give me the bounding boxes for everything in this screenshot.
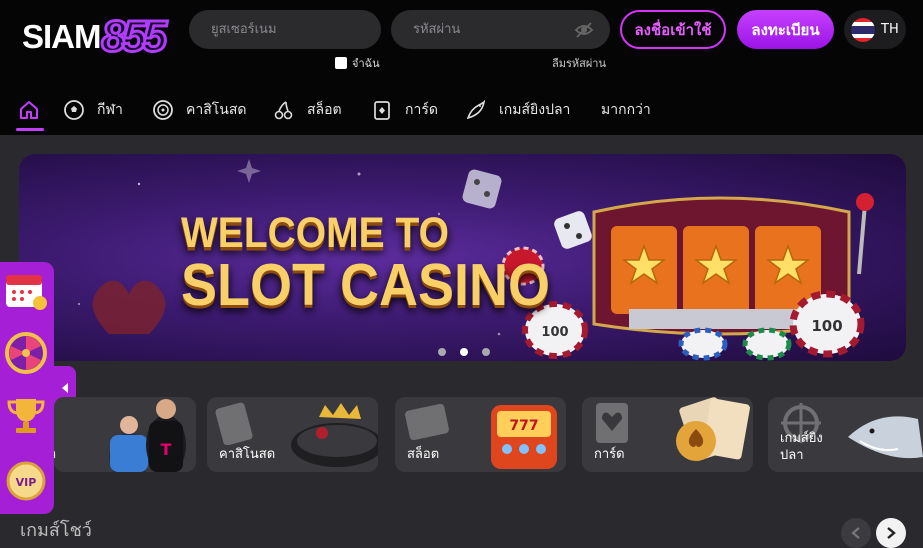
language-selector[interactable]: TH bbox=[844, 10, 906, 49]
nav-home[interactable] bbox=[18, 90, 40, 130]
dice-icon bbox=[462, 169, 592, 249]
nav-cards[interactable]: การ์ด bbox=[371, 90, 438, 130]
nav-fishing[interactable]: เกมส์ยิงปลา bbox=[465, 90, 570, 130]
remember-label: จำฉัน bbox=[352, 57, 380, 70]
category-label-cards: การ์ด bbox=[594, 447, 625, 462]
category-label-sports: า bbox=[54, 446, 56, 463]
logo-text: SIAM bbox=[22, 18, 101, 55]
nav-label-cards: การ์ด bbox=[405, 102, 438, 118]
svg-text:VIP: VIP bbox=[16, 476, 37, 489]
logo[interactable]: SIAM 855 bbox=[22, 11, 168, 63]
chip-text-right: 100 bbox=[811, 317, 842, 335]
carousel-next-button[interactable] bbox=[876, 518, 906, 548]
card-icon bbox=[374, 101, 390, 120]
svg-text:T: T bbox=[161, 440, 172, 459]
chevron-left-icon bbox=[62, 383, 68, 393]
side-promo-panel: VIP bbox=[0, 262, 54, 514]
nav-slots[interactable]: สล็อต bbox=[273, 90, 342, 130]
login-button[interactable]: ลงชื่อเข้าใช้ bbox=[620, 10, 726, 49]
nav-active-indicator bbox=[16, 128, 44, 131]
nav-label-sports: กีฬา bbox=[97, 102, 123, 118]
category-card-slots[interactable]: 777 สล็อต bbox=[395, 397, 566, 472]
hero-banner[interactable]: 100 100 WELCOME TO SLOT CASINO bbox=[19, 154, 906, 361]
slide-dot-1[interactable] bbox=[438, 348, 446, 356]
home-icon bbox=[20, 101, 38, 119]
section-title-game-shows: เกมส์โชว์ bbox=[20, 520, 92, 541]
prize-wheel-icon[interactable] bbox=[3, 330, 49, 376]
banner-title-line2: SLOT CASINO bbox=[181, 252, 551, 318]
calendar-icon[interactable] bbox=[3, 266, 49, 312]
eye-off-icon[interactable] bbox=[574, 20, 594, 40]
svg-text:777: 777 bbox=[509, 418, 538, 434]
nav-label-more: มากกว่า bbox=[601, 102, 651, 118]
chip-text-left: 100 bbox=[541, 325, 568, 340]
chevron-left-icon bbox=[851, 527, 860, 539]
banner-pagination bbox=[438, 348, 490, 356]
fish-icon bbox=[466, 99, 486, 120]
carousel-prev-button[interactable] bbox=[841, 518, 871, 548]
vip-badge-icon[interactable]: VIP bbox=[3, 458, 49, 504]
slide-dot-3[interactable] bbox=[482, 348, 490, 356]
category-card-fishing[interactable]: เกมส์ยิง ปลา bbox=[768, 397, 923, 472]
register-button[interactable]: ลงทะเบียน bbox=[737, 10, 834, 49]
cherry-icon bbox=[274, 101, 293, 120]
thai-flag-icon bbox=[851, 17, 875, 42]
username-field[interactable] bbox=[189, 10, 381, 49]
nav-label-fishing: เกมส์ยิงปลา bbox=[499, 102, 571, 118]
nav-sports[interactable]: กีฬา bbox=[63, 90, 123, 130]
username-input[interactable] bbox=[211, 22, 351, 37]
football-players-icon: T bbox=[109, 399, 186, 472]
category-label-slots: สล็อต bbox=[407, 447, 440, 462]
category-card-cards[interactable]: การ์ด bbox=[582, 397, 753, 472]
forgot-password-link[interactable]: ลืมรหัสผ่าน bbox=[552, 54, 606, 72]
nav-label-slots: สล็อต bbox=[307, 102, 342, 118]
category-label-live-casino: คาสิโนสด bbox=[219, 447, 276, 462]
nav-live-casino[interactable]: คาสิโนสด bbox=[152, 90, 247, 130]
chevron-right-icon bbox=[887, 527, 896, 539]
category-label-fishing-2: ปลา bbox=[780, 448, 804, 463]
remember-me[interactable]: จำฉัน bbox=[335, 54, 380, 72]
logo-number: 855 bbox=[100, 11, 168, 63]
main-nav: กีฬา คาสิโนสด สล็อต การ์ด เกมส์ยิงปลา มา… bbox=[0, 90, 923, 131]
password-input[interactable] bbox=[413, 22, 553, 37]
category-card-sports[interactable]: T า bbox=[54, 397, 196, 472]
nav-more[interactable]: มากกว่า bbox=[601, 90, 651, 130]
roulette-icon bbox=[153, 100, 173, 120]
category-label-fishing-1: เกมส์ยิง bbox=[780, 431, 823, 446]
trophy-icon[interactable] bbox=[3, 392, 49, 438]
slide-dot-2[interactable] bbox=[460, 348, 468, 356]
language-code: TH bbox=[881, 22, 899, 37]
category-card-live-casino[interactable]: คาสิโนสด bbox=[207, 397, 378, 472]
header: SIAM 855 จำฉัน ลืมรหัสผ่าน ลงชื่อเข้าใช้… bbox=[0, 0, 923, 135]
remember-checkbox[interactable] bbox=[335, 57, 347, 69]
nav-label-live-casino: คาสิโนสด bbox=[186, 102, 247, 118]
soccer-ball-icon bbox=[64, 100, 84, 120]
password-field[interactable] bbox=[391, 10, 610, 49]
